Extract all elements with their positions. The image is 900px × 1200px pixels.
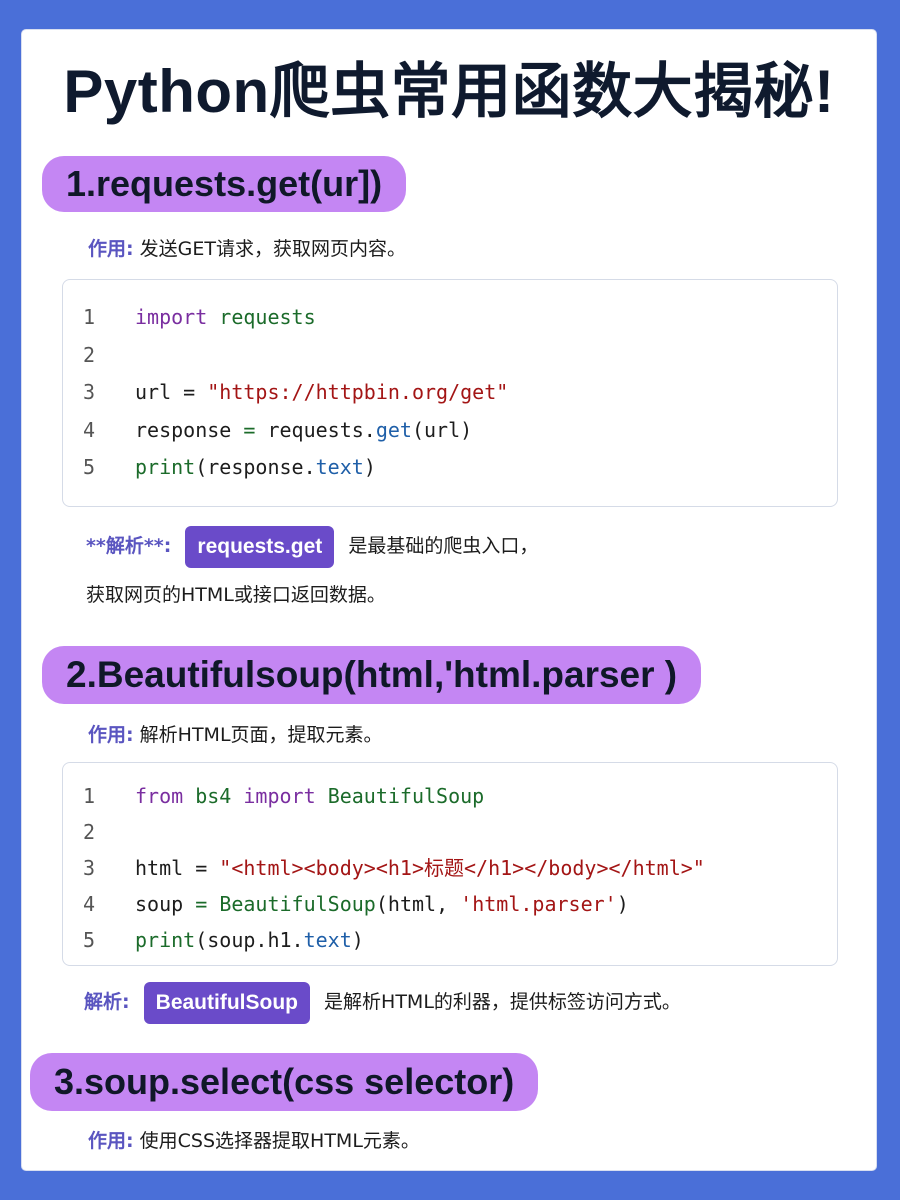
section-3-heading: 3.soup.select(css selector) (30, 1053, 539, 1111)
purpose-text: 使用CSS选择器提取HTML元素。 (139, 1130, 420, 1152)
line-number: 2 (83, 342, 96, 367)
code-text: url = "https://httpbin.org/get" (135, 380, 509, 404)
purpose-label: 作用: (88, 238, 134, 260)
analysis-label: **解析**: (86, 535, 172, 557)
section-2-heading: 2.Beautifulsoup(html,'html.parser ) (42, 646, 702, 704)
code-block-1: 1 import requests 2 3 url = "https://httpbin… (62, 279, 838, 507)
line-number: 3 (83, 380, 96, 404)
section-2-purpose: 作用: 解析HTML页面，提取元素。 (88, 720, 383, 747)
page-title: Python爬虫常用函数大揭秘! (63, 58, 835, 125)
analysis-text: 是解析HTML的利器，提供标签访问方式。 (324, 991, 681, 1013)
line-number: 4 (83, 417, 96, 442)
code-text: soup = BeautifulSoup(html, 'html.parser'… (135, 892, 629, 916)
section-3-purpose: 作用: 使用CSS选择器提取HTML元素。 (88, 1126, 420, 1153)
section-1-analysis: **解析**: requests.get 是最基础的爬虫入口， (86, 524, 538, 568)
code-text: import requests (135, 305, 316, 329)
line-number: 5 (83, 928, 96, 952)
purpose-label: 作用: (88, 1130, 134, 1152)
purpose-label: 作用: (88, 724, 134, 746)
purpose-text: 发送GET请求，获取网页内容。 (139, 238, 406, 260)
code-text: print(response.text) (135, 455, 376, 479)
section-1-analysis-line2: 获取网页的HTML或接口返回数据。 (86, 584, 386, 606)
line-number: 1 (83, 784, 96, 808)
section-1-heading: 1.requests.get(ur]) (42, 156, 407, 212)
poster-card: Python爬虫常用函数大揭秘! 1.requests.get(ur]) 作用:… (22, 30, 876, 1170)
section-1-purpose: 作用: 发送GET请求，获取网页内容。 (88, 234, 406, 261)
code-text: html = "<html><body><h1>标题</h1></body></… (135, 856, 705, 880)
section-2-analysis: 解析: BeautifulSoup 是解析HTML的利器，提供标签访问方式。 (84, 980, 681, 1024)
code-block-2: 1 from bs4 import BeautifulSoup 2 3 html = "… (62, 762, 838, 966)
analysis-label: 解析: (84, 991, 130, 1013)
code-text: response = requests.get(url) (135, 417, 473, 442)
line-number: 4 (83, 892, 96, 916)
line-number: 3 (83, 856, 96, 880)
analysis-pill: BeautifulSoup (143, 981, 310, 1024)
line-number: 2 (83, 820, 96, 844)
analysis-text: 是最基础的爬虫入口， (348, 535, 539, 557)
code-text: print(soup.h1.text) (135, 928, 364, 952)
purpose-text: 解析HTML页面，提取元素。 (139, 724, 383, 746)
line-number: 5 (83, 455, 96, 479)
code-text: from bs4 import BeautifulSoup (135, 784, 485, 808)
line-number: 1 (83, 305, 96, 329)
analysis-pill: requests.get (185, 525, 335, 568)
